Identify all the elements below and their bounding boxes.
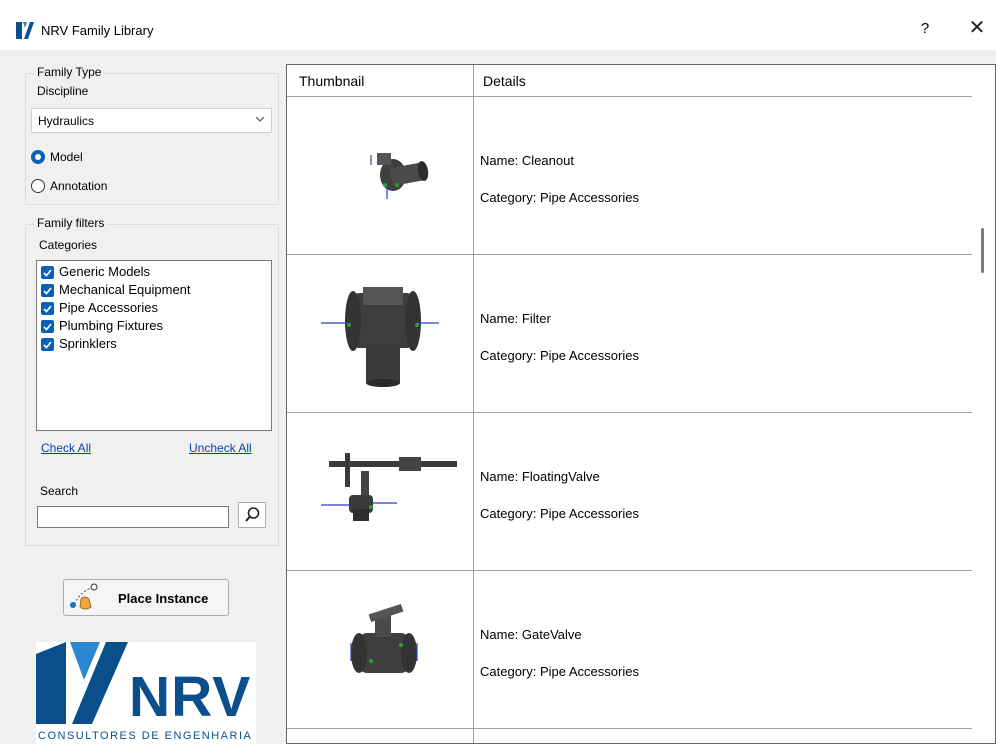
row-name: Name: Filter bbox=[480, 311, 551, 326]
discipline-dropdown[interactable]: Hydraulics bbox=[31, 108, 272, 133]
column-header-details[interactable]: Details bbox=[483, 73, 526, 89]
checkbox-checked-icon[interactable] bbox=[41, 284, 54, 297]
place-instance-label: Place Instance bbox=[118, 591, 209, 606]
vertical-scrollbar[interactable] bbox=[972, 65, 995, 743]
close-button[interactable]: ✕ bbox=[965, 16, 989, 40]
table-row[interactable]: Name: GateValve Category: Pipe Accessori… bbox=[287, 571, 972, 729]
category-label: Plumbing Fixtures bbox=[59, 318, 164, 333]
family-grid[interactable]: Thumbnail Details Name: Cleanout Categor… bbox=[286, 64, 996, 744]
row-name: Name: GateValve bbox=[480, 627, 582, 642]
row-name: Name: FloatingValve bbox=[480, 469, 600, 484]
category-label: Sprinklers bbox=[59, 336, 117, 351]
place-instance-icon bbox=[70, 583, 98, 610]
search-input[interactable] bbox=[37, 506, 229, 528]
window-title: NRV Family Library bbox=[41, 23, 154, 38]
category-label: Pipe Accessories bbox=[59, 300, 158, 315]
check-all-link[interactable]: Check All bbox=[41, 441, 91, 455]
radio-annotation-label: Annotation bbox=[50, 179, 108, 193]
row-category: Category: Pipe Accessories bbox=[480, 190, 639, 205]
radio-model-label: Model bbox=[50, 150, 83, 164]
family-filters-title: Family filters bbox=[35, 216, 107, 230]
search-label: Search bbox=[40, 484, 79, 498]
logo-name: NRV bbox=[129, 665, 252, 729]
cleanout-thumbnail bbox=[370, 153, 429, 199]
app-logo-icon bbox=[16, 22, 34, 39]
floating-valve-thumbnail bbox=[321, 453, 457, 521]
row-category: Category: Pipe Accessories bbox=[480, 506, 639, 521]
row-category: Category: Pipe Accessories bbox=[480, 664, 639, 679]
checkbox-checked-icon[interactable] bbox=[41, 338, 54, 351]
nrv-logo: NRV CONSULTORES DE ENGENHARIA bbox=[36, 642, 256, 744]
uncheck-all-link[interactable]: Uncheck All bbox=[189, 441, 252, 455]
table-row[interactable]: Name: Cleanout Category: Pipe Accessorie… bbox=[287, 97, 972, 255]
help-button[interactable]: ? bbox=[917, 20, 933, 37]
table-row[interactable]: Name: Filter Category: Pipe Accessories bbox=[287, 255, 972, 413]
row-category: Category: Pipe Accessories bbox=[480, 348, 639, 363]
gate-valve-thumbnail bbox=[350, 603, 418, 673]
category-label: Generic Models bbox=[59, 264, 151, 279]
checkbox-checked-icon[interactable] bbox=[41, 302, 54, 315]
chevron-down-icon bbox=[255, 116, 265, 122]
family-type-title: Family Type bbox=[35, 65, 104, 79]
row-name: Name: Cleanout bbox=[480, 153, 574, 168]
search-icon bbox=[245, 507, 260, 522]
radio-annotation[interactable] bbox=[31, 179, 45, 193]
discipline-label: Discipline bbox=[37, 84, 89, 98]
filter-thumbnail bbox=[321, 287, 439, 387]
title-bar: NRV Family Library ? ✕ bbox=[0, 0, 996, 50]
checkbox-checked-icon[interactable] bbox=[41, 266, 54, 279]
place-instance-button[interactable]: Place Instance bbox=[63, 579, 229, 616]
checkbox-checked-icon[interactable] bbox=[41, 320, 54, 333]
scrollbar-thumb[interactable] bbox=[981, 228, 984, 273]
logo-subtitle: CONSULTORES DE ENGENHARIA bbox=[38, 730, 253, 742]
categories-listbox[interactable]: Generic Models Mechanical Equipment Pipe… bbox=[36, 260, 272, 431]
category-label: Mechanical Equipment bbox=[59, 282, 191, 297]
table-row[interactable]: Name: FloatingValve Category: Pipe Acces… bbox=[287, 413, 972, 571]
discipline-value: Hydraulics bbox=[38, 114, 95, 128]
grid-header: Thumbnail Details bbox=[287, 65, 972, 97]
categories-label: Categories bbox=[39, 238, 98, 252]
column-header-thumbnail[interactable]: Thumbnail bbox=[299, 73, 364, 89]
nrv-mark-icon bbox=[36, 642, 128, 724]
search-button[interactable] bbox=[238, 502, 266, 528]
radio-model[interactable] bbox=[31, 150, 45, 164]
